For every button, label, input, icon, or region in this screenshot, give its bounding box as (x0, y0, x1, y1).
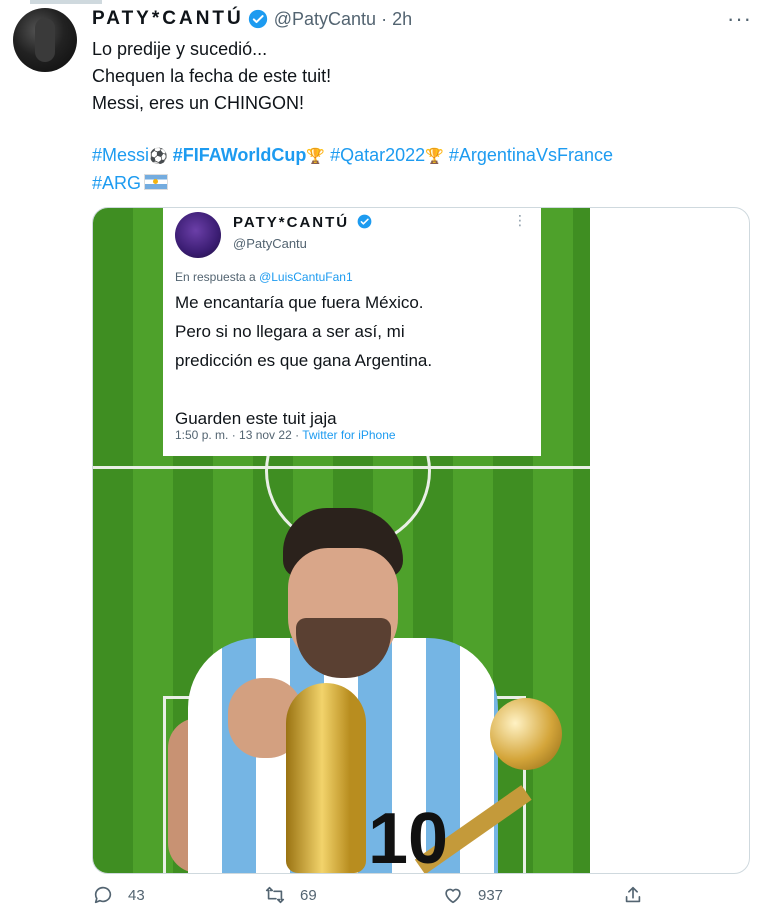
soccer-ball-emoji-icon: ⚽ (149, 148, 168, 165)
hashtag-arg[interactable]: #ARG (92, 173, 141, 193)
separator-dot: · (381, 8, 388, 29)
top-divider (30, 0, 102, 4)
retweet-button[interactable]: 69 (264, 884, 317, 906)
hashtag-fifaworldcup[interactable]: #FIFAWorldCup (173, 145, 307, 165)
author-name[interactable]: PATY*CANTÚ (92, 8, 244, 30)
golden-ball-trophy (490, 698, 562, 770)
tweet-text-line: Chequen la fecha de este tuit! (92, 66, 332, 86)
quoted-meta-time: 1:50 p. m. · 13 nov 22 · (175, 428, 303, 442)
quoted-author-name-text: PATY*CANTÚ (233, 214, 350, 231)
media-card[interactable]: PATY*CANTÚ @PatyCantu ⋮ En respuesta a @… (92, 207, 750, 874)
avatar-figure (35, 18, 55, 62)
like-count: 937 (478, 886, 504, 904)
retweet-count: 69 (300, 886, 317, 904)
quoted-body-line (175, 375, 432, 404)
quoted-tweet: PATY*CANTÚ @PatyCantu ⋮ En respuesta a @… (163, 208, 541, 456)
quoted-body-line: Pero si no llegara a ser así, mi (175, 322, 405, 341)
quoted-meta: 1:50 p. m. · 13 nov 22 · Twitter for iPh… (175, 428, 396, 442)
hashtags: #Messi⚽ #FIFAWorldCup🏆 #Qatar2022🏆 #Arge… (92, 142, 613, 197)
quoted-reply-context: En respuesta a @LuisCantuFan1 (175, 270, 353, 284)
quoted-author-handle: @PatyCantu (233, 236, 307, 251)
quoted-more-icon: ⋮ (513, 212, 527, 228)
reply-button[interactable]: 43 (92, 884, 145, 906)
tweet-header: PATY*CANTÚ @PatyCantu · 2h (92, 6, 412, 32)
quoted-avatar (175, 212, 221, 258)
reply-count: 43 (128, 886, 145, 904)
share-icon (625, 886, 641, 903)
quoted-reply-prefix: En respuesta a (175, 270, 256, 284)
reply-icon (94, 886, 112, 904)
like-button[interactable]: 937 (442, 884, 503, 906)
field-box-line (163, 696, 166, 873)
tweet-actions: 43 69 937 (92, 884, 652, 916)
quoted-author-name: PATY*CANTÚ (233, 214, 372, 231)
verified-badge-icon (357, 214, 372, 229)
heart-icon (445, 888, 461, 904)
avatar[interactable] (13, 8, 77, 72)
hashtag-qatar2022[interactable]: #Qatar2022 (330, 145, 425, 165)
hashtag-messi[interactable]: #Messi (92, 145, 149, 165)
quoted-meta-source: Twitter for iPhone (302, 428, 396, 442)
trophy-emoji-icon: 🏆 (425, 148, 444, 165)
trophy-emoji-icon: 🏆 (306, 148, 326, 165)
tweet-text-line: Messi, eres un CHINGON! (92, 93, 305, 113)
tweet-photo[interactable]: PATY*CANTÚ @PatyCantu ⋮ En respuesta a @… (93, 208, 590, 873)
world-cup-trophy (286, 683, 366, 873)
tweet-text: Lo predije y sucedió... Chequen la fecha… (92, 36, 331, 117)
quoted-body-line: Me encantaría que fuera México. (175, 293, 424, 312)
tweet-text-line: Lo predije y sucedió... (92, 39, 268, 59)
verified-badge-icon (248, 9, 267, 29)
quoted-reply-mention: @LuisCantuFan1 (259, 270, 353, 284)
author-handle[interactable]: @PatyCantu (274, 9, 376, 30)
hashtag-argentinavsfrance[interactable]: #ArgentinaVsFrance (449, 145, 613, 165)
tweet-timestamp[interactable]: 2h (392, 9, 412, 30)
retweet-icon (265, 886, 285, 904)
share-button[interactable] (622, 884, 644, 906)
jersey-number: 10 (368, 799, 449, 873)
player-figure: 10 (168, 508, 568, 873)
argentina-flag-icon (144, 174, 169, 190)
more-options-icon[interactable]: ··· (727, 6, 752, 32)
quoted-body: Me encantaría que fuera México. Pero si … (175, 288, 432, 433)
quoted-body-line: predicción es que gana Argentina. (175, 351, 433, 370)
